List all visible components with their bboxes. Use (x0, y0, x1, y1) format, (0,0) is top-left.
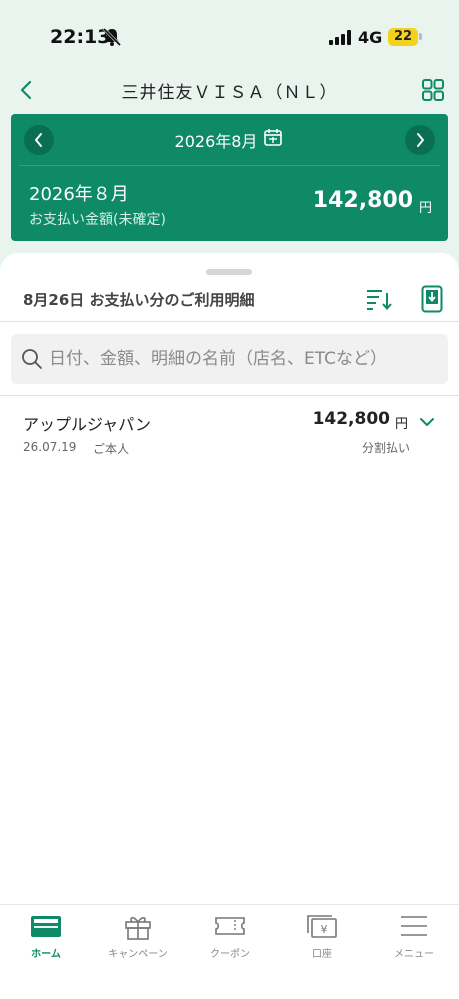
menu-icon (401, 916, 427, 936)
transaction-date: 26.07.19 (23, 440, 77, 454)
battery-indicator: 22 (388, 28, 418, 46)
tab-menu[interactable]: メニュー (368, 905, 459, 999)
search-box[interactable] (11, 334, 448, 384)
transaction-row[interactable]: アップルジャパン 26.07.19 ご本人 142,800 円 分割払い (0, 399, 459, 469)
search-icon (22, 349, 42, 369)
search-input[interactable] (49, 334, 439, 384)
transaction-card-holder: ご本人 (93, 442, 130, 456)
grid-menu-icon[interactable] (421, 78, 445, 102)
card-name: 三井住友ＶＩＳＡ（ＮＬ） (121, 83, 338, 103)
svg-text:¥: ¥ (321, 923, 328, 936)
previous-month-button[interactable] (24, 125, 54, 155)
statement-title: 8月26日 お支払い分のご利用明細 (23, 291, 255, 309)
app-header: 三井住友ＶＩＳＡ（ＮＬ） (0, 74, 459, 108)
chevron-left-icon (35, 133, 42, 147)
month-navigator: 2026年8月 (11, 114, 448, 164)
download-statement-icon[interactable] (421, 285, 443, 313)
bell-muted-icon (102, 27, 122, 47)
battery-cap (419, 33, 422, 40)
sheet-drag-handle[interactable] (206, 269, 252, 275)
network-label: 4G (358, 28, 383, 47)
tab-coupon[interactable]: クーポン (184, 905, 276, 999)
billing-month: 2026年８月 (29, 184, 129, 205)
transaction-payment-type: 分割払い (361, 441, 410, 455)
next-month-button[interactable] (405, 125, 435, 155)
battery-level: 22 (393, 29, 413, 44)
tab-label: クーポン (210, 949, 250, 960)
tab-label: メニュー (394, 949, 434, 960)
tab-campaign[interactable]: キャンペーン (92, 905, 184, 999)
gift-icon (125, 917, 151, 940)
tab-home[interactable]: ホーム (0, 905, 92, 999)
divider (0, 321, 459, 322)
sort-icon[interactable] (366, 287, 392, 311)
chevron-right-icon (417, 133, 424, 147)
coupon-icon (215, 917, 245, 935)
chevron-down-icon[interactable] (418, 415, 436, 429)
card-divider (19, 165, 440, 166)
back-chevron-icon[interactable] (18, 78, 34, 102)
wallet-icon (31, 916, 61, 937)
divider (0, 395, 459, 396)
calendar-icon[interactable] (263, 127, 283, 147)
bank-account-icon: ¥ (307, 915, 337, 938)
status-bar: 22:13 4G 22 (0, 0, 459, 74)
statement-sheet: 8月26日 お支払い分のご利用明細 アップルジャパン 26.07.19 ご本人 … (0, 253, 459, 999)
tab-label: 口座 (312, 949, 332, 960)
billing-amount-label: お支払い金額(未確定) (29, 212, 166, 228)
transaction-amount: 142,800 (312, 409, 390, 429)
tab-label: ホーム (31, 949, 61, 960)
bottom-tab-bar: ホーム キャンペーン クーポン ¥ 口座 メニュー (0, 904, 459, 999)
transaction-currency: 円 (395, 417, 409, 432)
tab-label: キャンペーン (108, 949, 168, 960)
billing-amount: 142,800 (312, 188, 413, 213)
signal-icon (329, 30, 351, 45)
tab-account[interactable]: ¥ 口座 (276, 905, 368, 999)
transaction-merchant: アップルジャパン (23, 415, 152, 434)
billing-summary-card: 2026年8月 2026年８月 お支払い金額(未確定) 142,800 円 (11, 114, 448, 241)
billing-currency: 円 (419, 201, 433, 216)
